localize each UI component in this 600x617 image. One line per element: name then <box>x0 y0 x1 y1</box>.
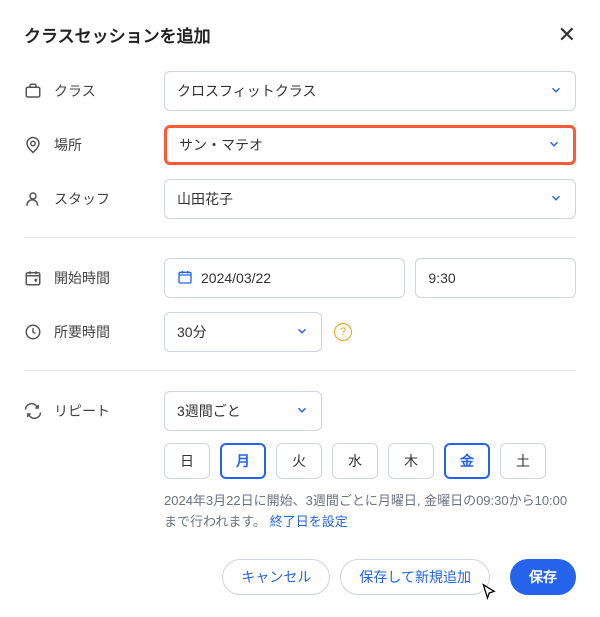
field-control: 山田花子 <box>164 179 576 219</box>
select-value: 30分 <box>177 322 207 342</box>
field-repeat: リピート 3週間ごと 日 月 火 水 木 金 土 2024年3月22日に開始、3… <box>24 391 576 533</box>
class-select[interactable]: クロスフィットクラス <box>164 71 576 111</box>
chevron-down-icon <box>547 137 561 154</box>
repeat-icon <box>24 402 42 420</box>
chevron-down-icon <box>549 191 563 208</box>
briefcase-icon <box>24 82 42 100</box>
repeat-body: 3週間ごと 日 月 火 水 木 金 土 2024年3月22日に開始、3週間ごとに… <box>164 391 576 533</box>
dialog-header: クラスセッションを追加 ✕ <box>24 22 576 47</box>
person-icon <box>24 190 42 208</box>
day-sat[interactable]: 土 <box>500 443 546 479</box>
label-wrap: 所要時間 <box>24 322 164 342</box>
select-value: サン・マテオ <box>179 135 263 155</box>
field-control: サン・マテオ <box>164 125 576 165</box>
field-label: 所要時間 <box>54 322 110 342</box>
clock-icon <box>24 323 42 341</box>
chevron-down-icon <box>295 403 309 420</box>
divider <box>24 370 576 371</box>
field-class: クラス クロスフィットクラス <box>24 71 576 111</box>
repeat-select[interactable]: 3週間ごと <box>164 391 322 431</box>
set-end-date-link[interactable]: 終了日を設定 <box>270 514 348 529</box>
day-wed[interactable]: 水 <box>332 443 378 479</box>
select-value: 山田花子 <box>177 189 233 209</box>
field-label: クラス <box>54 81 96 101</box>
dialog-title: クラスセッションを追加 <box>24 22 211 47</box>
calendar-arrow-icon <box>24 269 42 287</box>
field-control: クロスフィットクラス <box>164 71 576 111</box>
duration-select[interactable]: 30分 <box>164 312 322 352</box>
field-label: スタッフ <box>54 189 110 209</box>
time-value: 9:30 <box>428 270 455 286</box>
label-wrap: リピート <box>24 391 164 421</box>
repeat-description: 2024年3月22日に開始、3週間ごとに月曜日, 金曜日の09:30から10:0… <box>164 491 576 533</box>
divider <box>24 237 576 238</box>
calendar-icon <box>177 269 193 288</box>
desc-text: 2024年3月22日に開始、3週間ごとに月曜日, 金曜日の09:30から10:0… <box>164 493 567 529</box>
label-wrap: 場所 <box>24 135 164 155</box>
staff-select[interactable]: 山田花子 <box>164 179 576 219</box>
save-and-new-button[interactable]: 保存して新規追加 <box>340 559 490 595</box>
field-label: リピート <box>54 401 110 421</box>
day-fri[interactable]: 金 <box>444 443 490 479</box>
field-staff: スタッフ 山田花子 <box>24 179 576 219</box>
field-label: 開始時間 <box>54 268 110 288</box>
location-select[interactable]: サン・マテオ <box>164 125 576 165</box>
field-control: 30分 ? <box>164 312 576 352</box>
close-icon[interactable]: ✕ <box>558 24 576 46</box>
dialog-footer: キャンセル 保存して新規追加 保存 <box>24 559 576 595</box>
field-label: 場所 <box>54 135 82 155</box>
select-value: クロスフィットクラス <box>177 81 316 101</box>
day-thu[interactable]: 木 <box>388 443 434 479</box>
label-wrap: クラス <box>24 81 164 101</box>
day-mon[interactable]: 月 <box>220 443 266 479</box>
day-tue[interactable]: 火 <box>276 443 322 479</box>
field-location: 場所 サン・マテオ <box>24 125 576 165</box>
location-icon <box>24 136 42 154</box>
save-button[interactable]: 保存 <box>510 559 576 595</box>
label-wrap: 開始時間 <box>24 268 164 288</box>
label-wrap: スタッフ <box>24 189 164 209</box>
time-input[interactable]: 9:30 <box>415 258 576 298</box>
field-control: 2024/03/22 9:30 <box>164 258 576 298</box>
select-value: 3週間ごと <box>177 401 241 421</box>
date-value: 2024/03/22 <box>201 270 271 286</box>
date-input[interactable]: 2024/03/22 <box>164 258 405 298</box>
chevron-down-icon <box>295 324 309 341</box>
help-icon[interactable]: ? <box>334 323 352 341</box>
field-start-time: 開始時間 2024/03/22 9:30 <box>24 258 576 298</box>
cancel-button[interactable]: キャンセル <box>222 559 330 595</box>
day-sun[interactable]: 日 <box>164 443 210 479</box>
days-row: 日 月 火 水 木 金 土 <box>164 443 576 479</box>
field-duration: 所要時間 30分 ? <box>24 312 576 352</box>
chevron-down-icon <box>549 83 563 100</box>
